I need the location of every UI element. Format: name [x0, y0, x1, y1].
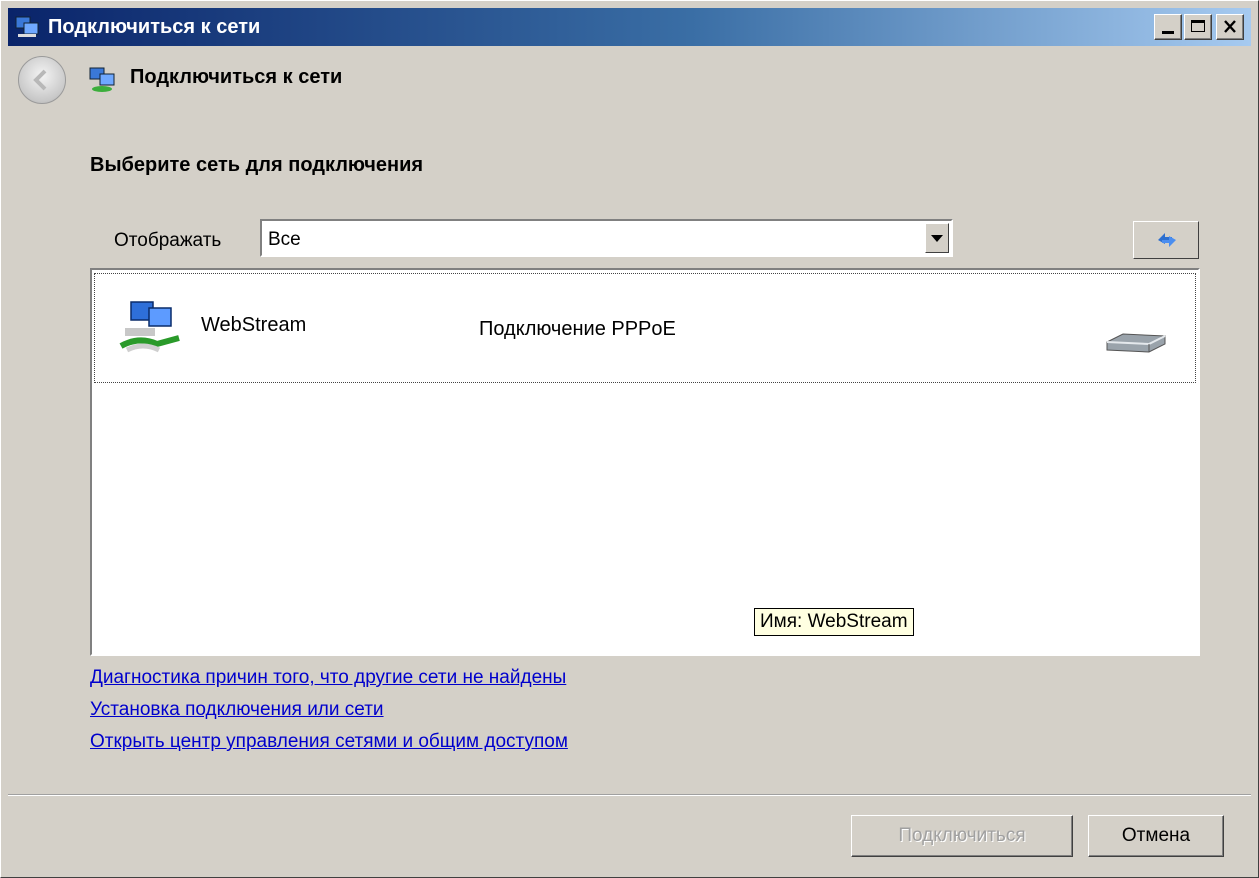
- cancel-button[interactable]: Отмена: [1088, 815, 1224, 857]
- network-list[interactable]: WebStream Подключение PPPoE Имя: WebStre…: [90, 268, 1200, 656]
- network-type: Подключение PPPoE: [479, 318, 676, 340]
- header-bar: Подключиться к сети: [8, 46, 1251, 117]
- window-title: Подключиться к сети: [48, 16, 261, 38]
- refresh-icon: [1158, 233, 1176, 247]
- help-links: Диагностика причин того, что другие сети…: [90, 662, 568, 758]
- connect-to-network-window: Подключиться к сети Подключиться к сети …: [0, 0, 1259, 878]
- diagnose-link[interactable]: Диагностика причин того, что другие сети…: [90, 662, 568, 694]
- dropdown-arrow-button[interactable]: [925, 223, 949, 253]
- back-button[interactable]: [18, 56, 66, 104]
- network-app-icon: [15, 16, 39, 37]
- chevron-down-icon: [931, 235, 943, 242]
- network-icon: [89, 67, 115, 92]
- minimize-button[interactable]: [1154, 14, 1182, 40]
- show-filter-value: Все: [268, 229, 301, 250]
- show-filter-dropdown[interactable]: Все: [260, 219, 953, 257]
- title-bar[interactable]: Подключиться к сети: [8, 8, 1251, 46]
- modem-icon: [1106, 333, 1166, 353]
- close-icon: [1224, 20, 1236, 33]
- network-list-item[interactable]: WebStream Подключение PPPoE: [94, 273, 1196, 383]
- connect-button[interactable]: Подключиться: [851, 815, 1073, 857]
- page-title: Подключиться к сети: [130, 66, 343, 88]
- setup-connection-link[interactable]: Установка подключения или сети: [90, 694, 568, 726]
- back-arrow-icon: [33, 69, 47, 91]
- network-center-link[interactable]: Открыть центр управления сетями и общим …: [90, 726, 568, 758]
- maximize-button[interactable]: [1184, 14, 1212, 40]
- network-name: WebStream: [201, 314, 307, 336]
- button-bar: Подключиться Отмена: [8, 794, 1251, 871]
- close-button[interactable]: [1216, 14, 1244, 40]
- maximize-icon: [1191, 20, 1205, 32]
- name-tooltip: Имя: WebStream: [754, 608, 914, 636]
- show-label: Отображать: [114, 230, 222, 251]
- dialup-network-icon: [119, 301, 180, 353]
- main-content: Выберите сеть для подключения Отображать…: [8, 116, 1251, 794]
- instruction-heading: Выберите сеть для подключения: [90, 154, 424, 176]
- refresh-button[interactable]: [1133, 221, 1199, 259]
- minimize-icon: [1162, 31, 1174, 34]
